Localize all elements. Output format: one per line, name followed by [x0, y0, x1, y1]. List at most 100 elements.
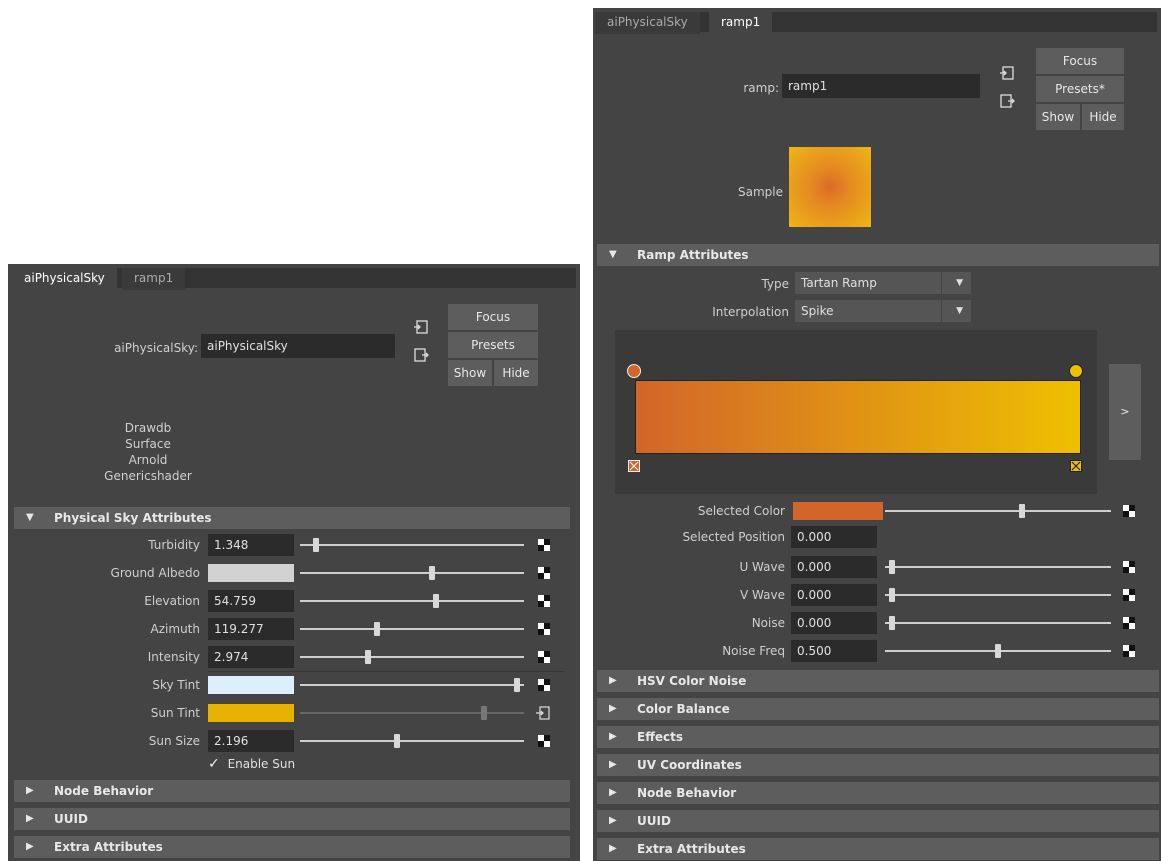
map-texture-icon[interactable]	[538, 679, 550, 691]
slider-track[interactable]	[885, 622, 1111, 624]
section-ramp-attributes[interactable]: ▼ Ramp Attributes	[597, 244, 1159, 266]
map-texture-icon[interactable]	[538, 567, 550, 579]
map-texture-icon[interactable]	[538, 735, 550, 747]
show-button[interactable]: Show	[1036, 104, 1080, 130]
slider-track[interactable]	[300, 544, 524, 546]
section-uv-coordinates[interactable]: ▶ UV Coordinates	[597, 754, 1159, 776]
attr-value-field[interactable]: 1.348	[208, 534, 294, 556]
attr-value-field[interactable]: 2.196	[208, 730, 294, 752]
slider-handle[interactable]	[429, 566, 435, 580]
interpolation-dropdown[interactable]: Spike ▼	[795, 300, 971, 322]
ramp-expand-button[interactable]: >	[1109, 364, 1141, 460]
expand-right-icon: ▶	[609, 675, 617, 686]
map-texture-icon[interactable]	[538, 595, 550, 607]
section-hsv-color-noise[interactable]: ▶ HSV Color Noise	[597, 670, 1159, 692]
attr-value-field[interactable]: 0.000	[791, 556, 877, 578]
delete-entry-icon[interactable]	[628, 460, 640, 472]
slider-handle[interactable]	[514, 678, 520, 692]
map-texture-icon[interactable]	[1123, 505, 1135, 517]
input-connections-icon[interactable]	[413, 320, 429, 334]
map-texture-icon[interactable]	[1123, 617, 1135, 629]
slider-track[interactable]	[885, 566, 1111, 568]
output-connections-icon[interactable]	[413, 348, 429, 362]
slider-handle[interactable]	[374, 622, 380, 636]
section-uuid[interactable]: ▶ UUID	[597, 810, 1159, 832]
section-extra-attributes[interactable]: ▶ Extra Attributes	[14, 836, 570, 858]
slider-track[interactable]	[300, 628, 524, 630]
map-texture-icon[interactable]	[1123, 589, 1135, 601]
map-texture-icon[interactable]	[538, 539, 550, 551]
slider-handle[interactable]	[889, 616, 895, 630]
slider-track[interactable]	[300, 572, 524, 574]
ramp-editor[interactable]	[615, 330, 1097, 494]
attr-value-field[interactable]: 119.277	[208, 618, 294, 640]
color-swatch[interactable]	[208, 704, 294, 722]
slider-track[interactable]	[300, 740, 524, 742]
slider-handle[interactable]	[394, 734, 400, 748]
node-name-field[interactable]: ramp1	[782, 74, 980, 98]
node-name-label: aiPhysicalSky:	[114, 341, 198, 355]
input-connections-icon[interactable]	[999, 66, 1015, 80]
color-entry-handle[interactable]	[1069, 364, 1083, 378]
node-name-field[interactable]: aiPhysicalSky	[201, 334, 395, 358]
attr-value-field[interactable]: 0.500	[791, 640, 877, 662]
hide-button[interactable]: Hide	[494, 360, 538, 386]
attr-value-field[interactable]: 54.759	[208, 590, 294, 612]
slider-handle[interactable]	[995, 644, 1001, 658]
section-node-behavior[interactable]: ▶ Node Behavior	[14, 780, 570, 802]
attr-value-field[interactable]: 2.974	[208, 646, 294, 668]
slider-track[interactable]	[885, 510, 1111, 512]
slider-handle[interactable]	[889, 560, 895, 574]
slider-track[interactable]	[300, 712, 524, 714]
tab-aiphysicalsky[interactable]: aiPhysicalSky	[12, 268, 117, 290]
section-extra-attributes[interactable]: ▶ Extra Attributes	[597, 838, 1159, 860]
tab-ramp1[interactable]: ramp1	[709, 12, 773, 34]
attr-value-field[interactable]: 0.000	[791, 612, 877, 634]
attr-label: Elevation	[144, 594, 200, 608]
chevron-down-icon: ▼	[956, 278, 963, 288]
focus-button[interactable]: Focus	[1036, 48, 1124, 74]
color-swatch[interactable]	[793, 502, 883, 520]
slider-handle[interactable]	[433, 594, 439, 608]
slider-handle[interactable]	[889, 588, 895, 602]
presets-button[interactable]: Presets	[448, 332, 538, 358]
color-entry-handle[interactable]	[627, 364, 641, 378]
hide-button[interactable]: Hide	[1082, 104, 1124, 130]
attr-value-field[interactable]: 0.000	[791, 526, 877, 548]
slider-track[interactable]	[300, 684, 524, 686]
slider-handle[interactable]	[313, 538, 319, 552]
section-color-balance[interactable]: ▶ Color Balance	[597, 698, 1159, 720]
delete-entry-icon[interactable]	[1070, 460, 1082, 472]
output-connections-icon[interactable]	[999, 94, 1015, 108]
map-texture-icon[interactable]	[538, 623, 550, 635]
color-swatch[interactable]	[208, 564, 294, 582]
map-texture-icon[interactable]	[1123, 645, 1135, 657]
slider-track[interactable]	[885, 594, 1111, 596]
slider-track[interactable]	[300, 600, 524, 602]
color-swatch[interactable]	[208, 676, 294, 694]
slider-track[interactable]	[300, 656, 524, 658]
map-texture-icon[interactable]	[1123, 561, 1135, 573]
presets-button[interactable]: Presets*	[1036, 76, 1124, 102]
attr-value-field[interactable]: 0.000	[791, 584, 877, 606]
tab-ramp1[interactable]: ramp1	[122, 268, 186, 290]
slider-handle[interactable]	[481, 706, 487, 720]
slider-handle[interactable]	[365, 650, 371, 664]
attr-label: Noise Freq	[722, 644, 785, 658]
section-title: Ramp Attributes	[637, 248, 749, 262]
slider-handle[interactable]	[1019, 504, 1025, 518]
ramp-gradient[interactable]	[635, 380, 1081, 454]
section-physical-sky-attributes[interactable]: ▼ Physical Sky Attributes	[14, 507, 570, 529]
type-dropdown[interactable]: Tartan Ramp ▼	[795, 272, 971, 294]
attr-label: Ground Albedo	[110, 566, 200, 580]
section-node-behavior[interactable]: ▶ Node Behavior	[597, 782, 1159, 804]
section-effects[interactable]: ▶ Effects	[597, 726, 1159, 748]
show-button[interactable]: Show	[448, 360, 492, 386]
tab-aiphysicalsky[interactable]: aiPhysicalSky	[595, 12, 700, 34]
connected-input-icon[interactable]	[536, 706, 550, 720]
enable-sun-label: Enable Sun	[227, 757, 296, 771]
enable-sun-checkbox[interactable]: ✓ Enable Sun	[208, 754, 295, 774]
map-texture-icon[interactable]	[538, 651, 550, 663]
focus-button[interactable]: Focus	[448, 304, 538, 330]
section-uuid[interactable]: ▶ UUID	[14, 808, 570, 830]
